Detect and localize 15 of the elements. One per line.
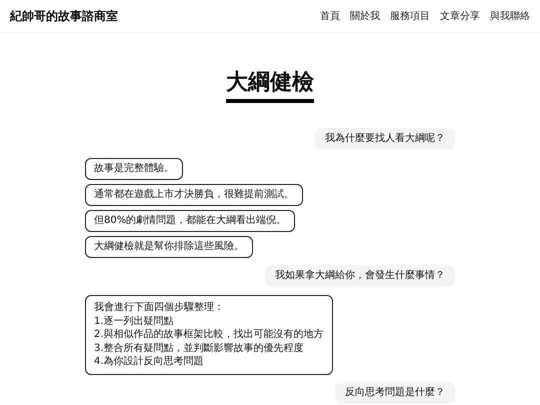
- answer-bubble: 通常都在遊戲上市才決勝負，很難提前測試。: [85, 184, 303, 206]
- site-title[interactable]: 紀帥哥的故事諮商室: [10, 8, 118, 24]
- answer-bubble: 我會進行下面四個步驟整理： 1.逐一列出疑問點 2.與相似作品的故事框架比較，找出可能沒有的地方 3.整合所有疑問點，並判斷影響故事的優先程度 4.為你設計反向思考問題: [85, 295, 333, 375]
- nav-link[interactable]: 關於我: [350, 9, 380, 23]
- page-title: 大綱健檢: [226, 70, 314, 104]
- answer-bubble: 故事是完整體驗。: [85, 158, 183, 180]
- nav-link[interactable]: 文章分享: [440, 9, 480, 23]
- question-bubble: 反向思考問題是什麼？: [335, 382, 455, 404]
- question-bubble: 我如果拿大綱給你，會發生什麼事情？: [265, 265, 455, 288]
- nav-link[interactable]: 服務項目: [390, 9, 430, 23]
- nav-link[interactable]: 與我聯絡: [490, 9, 530, 23]
- answer-bubble: 但80%的劇情問題，都能在大綱看出端倪。: [85, 210, 296, 232]
- question-bubble: 我為什麼要找人看大綱呢？: [315, 128, 455, 150]
- nav-link[interactable]: 首頁: [320, 9, 340, 23]
- answer-bubble: 大綱健檢就是幫你排除這些風險。: [85, 236, 253, 258]
